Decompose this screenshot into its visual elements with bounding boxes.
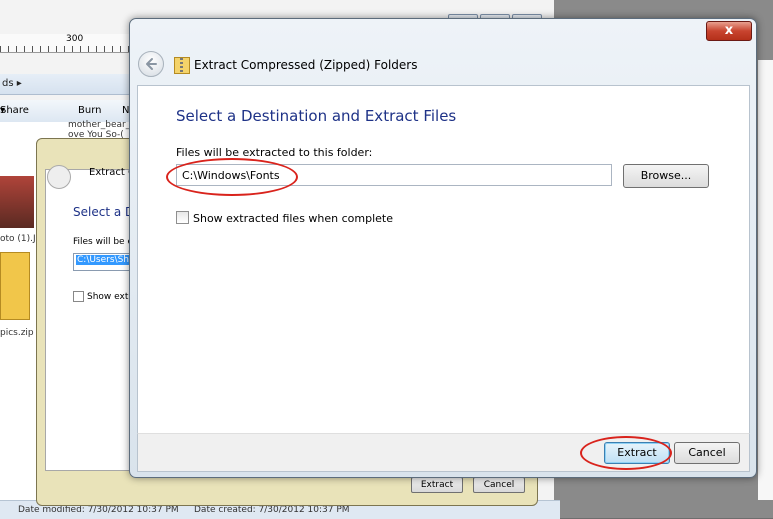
extract-button[interactable]: Extract: [604, 442, 670, 464]
share-with-button[interactable]: Share with ▾: [0, 100, 29, 138]
date-modified: Date modified: 7/30/2012 10:37 PM: [18, 505, 179, 515]
background-show-check[interactable]: Show extra: [73, 291, 138, 302]
back-arrow-icon: [146, 58, 157, 70]
ruler-number: 300: [66, 34, 84, 44]
background-folder-label: Files will be e: [73, 237, 133, 247]
checkbox-icon[interactable]: [73, 291, 84, 302]
address-bar[interactable]: ds ▸: [0, 74, 142, 95]
burn-button[interactable]: Burn: [78, 100, 101, 122]
page-heading: Select a Destination and Extract Files: [176, 107, 457, 125]
close-button[interactable]: x: [706, 21, 752, 41]
date-created: Date created: 7/30/2012 10:37 PM: [194, 505, 350, 515]
zip-folder-icon: [174, 57, 190, 74]
dialog-footer: Extract Cancel: [137, 433, 750, 472]
checkbox-icon[interactable]: [176, 211, 189, 224]
photo-thumbnail[interactable]: [0, 176, 34, 228]
list-item[interactable]: pics.zip: [0, 328, 34, 338]
browse-button[interactable]: Browse...: [623, 164, 709, 188]
show-extracted-files-label: Show extracted files when complete: [193, 212, 394, 225]
show-extracted-files-checkbox[interactable]: Show extracted files when complete: [176, 211, 393, 225]
background-extract-button[interactable]: Extract: [411, 477, 463, 493]
close-icon: x: [724, 23, 734, 38]
back-button[interactable]: [138, 51, 164, 77]
list-item[interactable]: mother_bear_: [68, 120, 130, 130]
destination-label: Files will be extracted to this folder:: [176, 146, 373, 159]
zip-folder-icon[interactable]: [0, 252, 30, 320]
extract-dialog: x Extract Compressed (Zipped) Folders Se…: [129, 18, 757, 478]
background-cancel-button[interactable]: Cancel: [473, 477, 525, 493]
dialog-title: Extract Compressed (Zipped) Folders: [194, 58, 418, 72]
background-document-edge: [758, 60, 773, 500]
back-arrow-icon[interactable]: [47, 165, 71, 189]
cancel-button[interactable]: Cancel: [674, 442, 740, 464]
destination-path-input[interactable]: [176, 164, 612, 186]
dialog-content: Select a Destination and Extract Files F…: [137, 85, 750, 435]
list-item[interactable]: oto (1).JP: [0, 234, 41, 244]
